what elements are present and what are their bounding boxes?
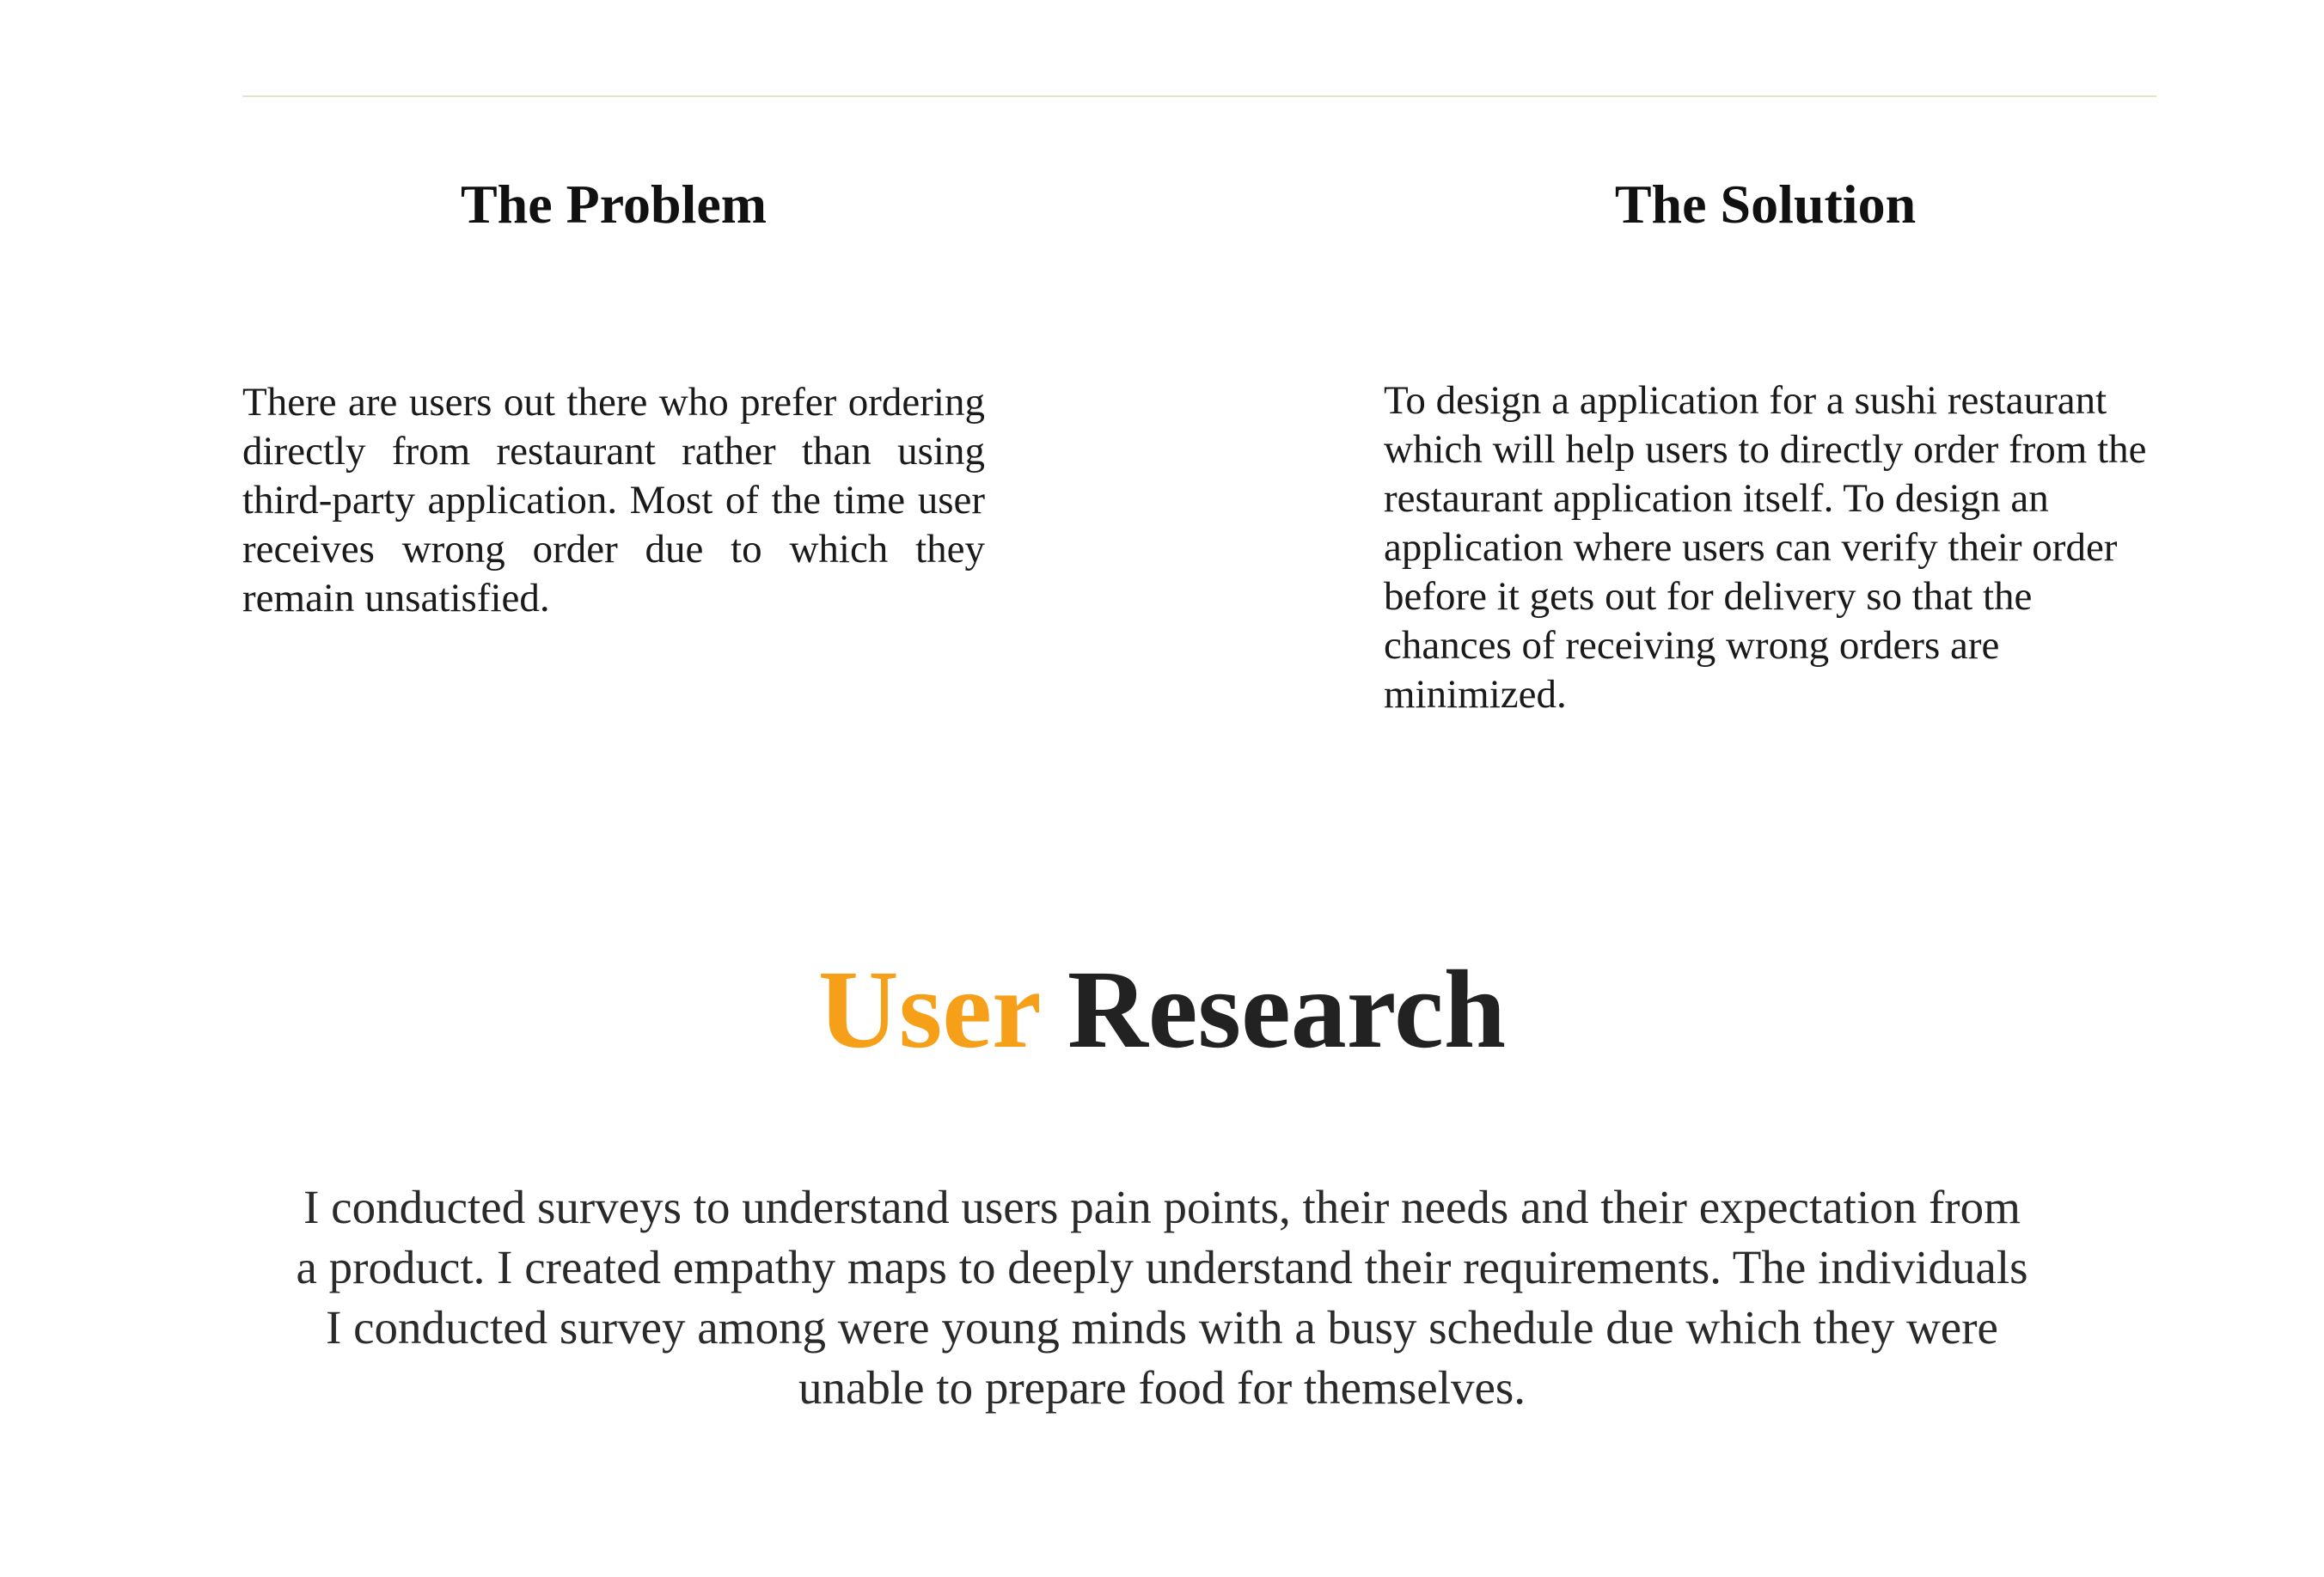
user-research-heading-accent: User [817, 948, 1040, 1072]
problem-text: There are users out there who prefer ord… [242, 380, 985, 620]
user-research-text: I conducted surveys to understand users … [296, 1181, 2028, 1414]
problem-section: The Problem There are users out there wh… [242, 170, 985, 623]
solution-text: To design a application for a sushi rest… [1384, 378, 2147, 717]
solution-heading: The Solution [1614, 174, 1917, 235]
problem-heading: The Problem [460, 174, 768, 235]
top-divider [242, 95, 2156, 97]
user-research-heading-rest: Research [1067, 948, 1507, 1072]
user-research-heading: User Research [0, 945, 2324, 1074]
solution-section: The Solution To design a application for… [1384, 170, 2157, 719]
